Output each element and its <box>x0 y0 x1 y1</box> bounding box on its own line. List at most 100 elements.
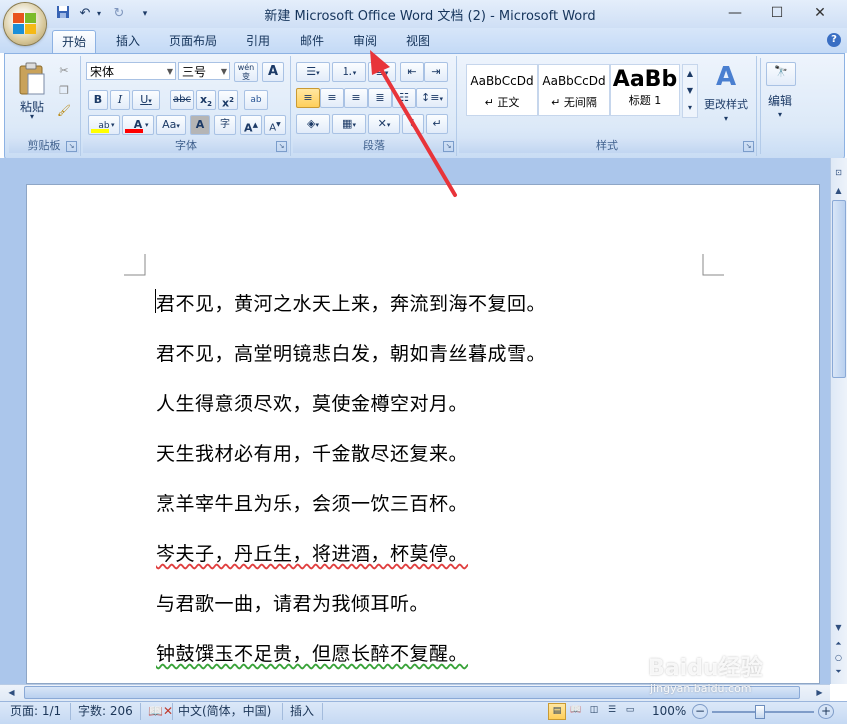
web-layout-view-icon[interactable]: ◫ <box>586 703 602 718</box>
styles-scroll[interactable]: ▲ ▼ ▾ <box>682 64 698 118</box>
tab-mailings[interactable]: 邮件 <box>292 30 332 52</box>
maximize-button[interactable]: ☐ <box>757 2 797 24</box>
document-line[interactable]: 君不见，高堂明镜悲白发，朝如青丝暮成雪。 <box>156 339 546 366</box>
character-shading-button[interactable]: A <box>190 115 210 135</box>
status-separator <box>322 703 323 720</box>
page-count[interactable]: 页面: 1/1 <box>10 703 61 720</box>
change-styles-dropdown-icon: ▾ <box>723 114 728 123</box>
style-heading-1[interactable]: AaBb 标题 1 <box>610 64 680 116</box>
font-size-select[interactable]: 三号 ▼ <box>178 62 230 80</box>
align-center-button[interactable]: ≡ <box>320 88 344 108</box>
close-button[interactable]: ✕ <box>800 2 840 24</box>
word-count[interactable]: 字数: 206 <box>78 703 133 720</box>
subscript-button[interactable]: x2 <box>196 90 216 110</box>
editing-label: 编辑 <box>767 94 792 108</box>
tab-insert[interactable]: 插入 <box>108 30 148 52</box>
previous-page-icon[interactable]: ⏶ <box>831 636 846 651</box>
margin-mark-top-left <box>124 254 146 276</box>
tab-home[interactable]: 开始 <box>52 30 96 54</box>
window-title: 新建 Microsoft Office Word 文档 (2) - Micros… <box>264 9 596 24</box>
styles-group-text: 样式 <box>596 139 618 152</box>
insert-mode-indicator[interactable]: 插入 <box>290 703 314 720</box>
format-painter-icon[interactable]: 🖌 <box>56 102 72 120</box>
document-line[interactable]: 岑夫子，丹丘生，将进酒，杯莫停。 <box>156 539 468 566</box>
grow-font-button[interactable]: A▲ <box>240 115 262 135</box>
document-line[interactable]: 天生我材必有用，千金散尽还复来。 <box>156 439 468 466</box>
pinyin-guide-button[interactable]: ab <box>244 90 268 110</box>
document-line[interactable]: 与君歌一曲，请君为我倾耳听。 <box>156 589 429 616</box>
zoom-out-icon[interactable]: − <box>692 704 708 719</box>
office-button[interactable] <box>4 3 46 45</box>
wen-icon[interactable]: wén 变 <box>234 62 258 82</box>
scroll-up-icon[interactable]: ▲ <box>831 183 846 198</box>
undo-dropdown-icon[interactable]: ▾ <box>94 5 104 23</box>
zoom-level[interactable]: 100% <box>652 703 686 720</box>
scroll-left-icon[interactable]: ◀ <box>4 685 19 700</box>
document-line[interactable]: 人生得意须尽欢，莫使金樽空对月。 <box>156 389 468 416</box>
highlight-color-button[interactable]: ab ▾ <box>88 115 120 135</box>
style-heading-1-sample: AaBb <box>612 67 678 92</box>
find-icon[interactable]: 🔭 <box>766 62 796 86</box>
annotation-arrow-icon <box>370 50 457 197</box>
save-icon[interactable] <box>54 5 72 23</box>
editing-button[interactable]: 编辑 ▾ <box>760 92 800 120</box>
styles-more-icon[interactable]: ▾ <box>683 99 697 116</box>
zoom-slider-thumb[interactable] <box>755 705 765 719</box>
style-normal-sample: AaBbCcDd <box>470 74 534 88</box>
font-color-button[interactable]: A ▾ <box>122 115 154 135</box>
font-family-select[interactable]: 宋体 ▼ <box>86 62 176 80</box>
full-screen-reading-icon[interactable]: 📖 <box>568 703 584 718</box>
superscript-button[interactable]: x2 <box>218 90 238 110</box>
scroll-down-icon[interactable]: ▼ <box>831 620 846 635</box>
tab-references[interactable]: 引用 <box>238 30 278 52</box>
underline-button[interactable]: U▾ <box>132 90 160 110</box>
redo-icon[interactable]: ↻ <box>110 5 128 23</box>
style-normal-name: ↵ 正文 <box>484 96 520 109</box>
zoom-in-icon[interactable]: + <box>818 704 834 719</box>
paste-button[interactable]: 粘贴 ▾ <box>14 60 50 122</box>
ruler-toggle-icon[interactable]: ⊡ <box>831 165 846 180</box>
copy-icon[interactable]: ❐ <box>56 82 72 100</box>
wen-label: wén <box>237 63 255 72</box>
document-line[interactable]: 烹羊宰牛且为乐，会须一饮三百杯。 <box>156 489 468 516</box>
strikethrough-button[interactable]: abc <box>170 90 194 110</box>
draft-view-icon[interactable]: ▭ <box>622 703 638 718</box>
editing-dropdown-icon: ▾ <box>777 110 782 119</box>
enclose-characters-button[interactable]: 字 <box>214 115 236 135</box>
outline-view-icon[interactable]: ☰ <box>604 703 620 718</box>
print-layout-view-icon[interactable]: ▤ <box>548 703 566 720</box>
bullets-button[interactable]: ☰▾ <box>296 62 330 82</box>
status-separator <box>282 703 283 720</box>
undo-icon[interactable]: ↶ <box>76 5 94 23</box>
scroll-right-icon[interactable]: ▶ <box>812 685 827 700</box>
italic-button[interactable]: I <box>110 90 130 110</box>
clear-format-button[interactable]: A <box>262 62 284 82</box>
style-no-spacing[interactable]: AaBbCcDd ↵ 无间隔 <box>538 64 610 116</box>
styles-down-icon[interactable]: ▼ <box>683 82 697 99</box>
vertical-scroll-thumb[interactable] <box>832 200 846 378</box>
clipboard-launcher-icon[interactable]: ↘ <box>66 141 77 152</box>
cut-icon[interactable]: ✂ <box>56 62 72 80</box>
help-icon[interactable]: ? <box>827 33 841 47</box>
tab-page-layout[interactable]: 页面布局 <box>162 30 224 52</box>
change-case-button[interactable]: Aa▾ <box>156 115 186 135</box>
styles-up-icon[interactable]: ▲ <box>683 65 697 82</box>
proofing-icon[interactable]: 📖✕ <box>148 703 173 720</box>
next-page-icon[interactable]: ⏷ <box>831 664 846 679</box>
view-buttons: ▤ 📖 ◫ ☰ ▭ <box>548 703 640 720</box>
style-no-spacing-name: ↵ 无间隔 <box>551 96 597 109</box>
select-browse-object-icon[interactable]: ○ <box>831 650 846 665</box>
document-line[interactable]: 君不见，黄河之水天上来，奔流到海不复回。 <box>156 289 546 316</box>
customize-qat-icon[interactable]: ▾ <box>138 5 152 23</box>
minimize-button[interactable]: — <box>715 2 755 24</box>
styles-launcher-icon[interactable]: ↘ <box>743 141 754 152</box>
change-styles-button[interactable]: A 更改样式 ▾ <box>700 60 752 130</box>
shrink-font-button[interactable]: A▼ <box>264 115 286 135</box>
style-normal[interactable]: AaBbCcDd ↵ 正文 <box>466 64 538 116</box>
font-launcher-icon[interactable]: ↘ <box>276 141 287 152</box>
shading-button[interactable]: ◈▾ <box>296 114 330 134</box>
document-line[interactable]: 钟鼓馔玉不足贵，但愿长醉不复醒。 <box>156 639 468 666</box>
language-indicator[interactable]: 中文(简体，中国) <box>178 703 271 720</box>
align-left-button[interactable]: ≡ <box>296 88 320 108</box>
bold-button[interactable]: B <box>88 90 108 110</box>
